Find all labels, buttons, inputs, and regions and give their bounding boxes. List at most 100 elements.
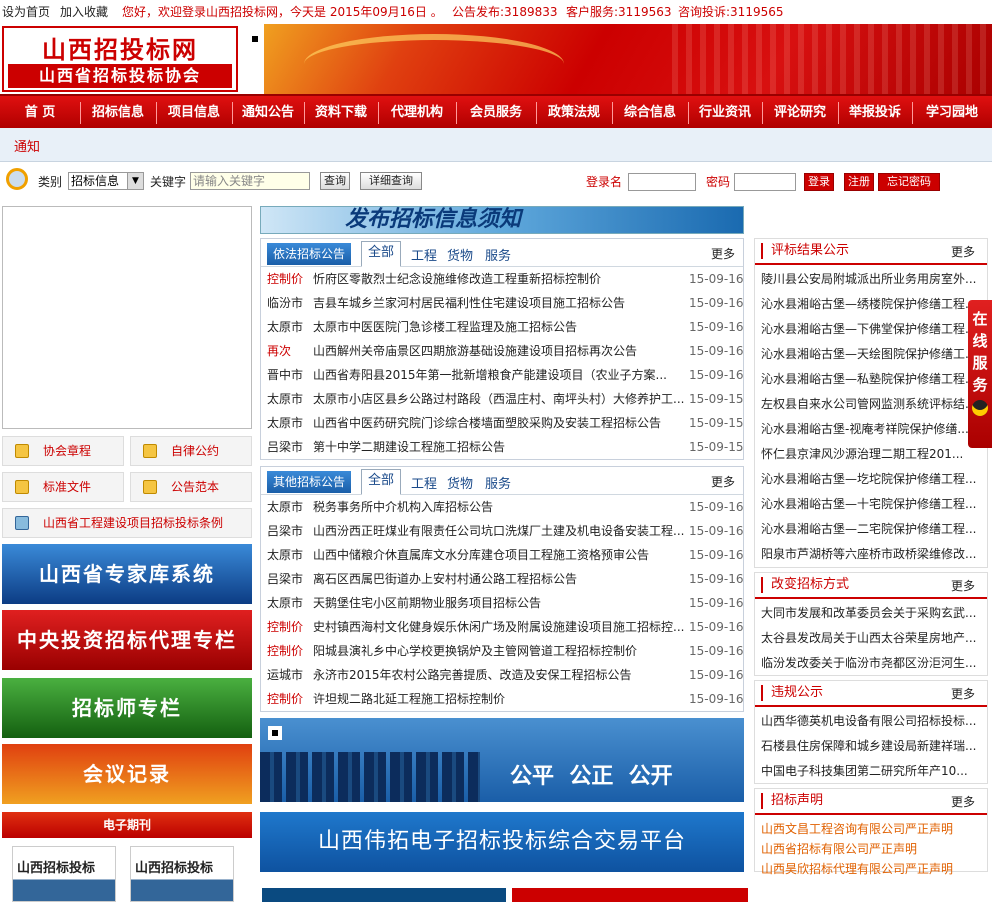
list-item[interactable]: 太原市 税务事务所中介机构入库招标公告 15-09-16 — [267, 495, 743, 519]
list-item[interactable]: 运城市 永济市2015年农村公路完善提质、改造及安保工程招标公告 15-09-16 — [267, 663, 743, 687]
list-item[interactable]: 沁水县湘峪古堡—圪坨院保护修缮工程... — [761, 467, 977, 492]
list-item[interactable]: 再次 山西解州关帝庙景区四期旅游基础设施建设项目招标再次公告 15-09-16 — [267, 339, 743, 363]
list-item[interactable]: 沁水县湘峪古堡—十宅院保护修缮工程... — [761, 492, 977, 517]
item-title[interactable]: 第十中学二期建设工程施工招标公告 — [313, 435, 685, 459]
item-title[interactable]: 天鹅堡住宅小区前期物业服务项目招标公告 — [313, 591, 685, 615]
nav-item-4[interactable]: 资料下载 — [304, 96, 378, 130]
list-item[interactable]: 太原市 太原市中医医院门急诊楼工程监理及施工招标公告 15-09-16 — [267, 315, 743, 339]
tab-3[interactable]: 服务 — [485, 473, 511, 492]
list-item[interactable]: 山西华德英机电设备有限公司招标投标... — [761, 709, 977, 734]
item-title[interactable]: 税务事务所中介机构入库招标公告 — [313, 495, 685, 519]
list-item[interactable]: 控制价 史村镇西海村文化健身娱乐休闲广场及附属设施建设项目施工招标控... 15-0… — [267, 615, 743, 639]
nav-item-3[interactable]: 通知公告 — [232, 96, 304, 130]
nav-item-0[interactable]: 首 页 — [0, 96, 80, 130]
list-item[interactable]: 阳泉市芦湖桥等六座桥市政桥梁维修改... — [761, 542, 977, 567]
item-title[interactable]: 山西中储粮介休直属库文水分库建仓项目工程施工资格预审公告 — [313, 543, 685, 567]
item-title[interactable]: 许坦规二路北延工程施工招标控制价 — [313, 687, 685, 711]
list-item[interactable]: 中国电子科技集团第二研究所年产10... — [761, 759, 977, 784]
tab-2[interactable]: 货物 — [447, 245, 473, 264]
keyword-input[interactable]: 请输入关键字 — [190, 172, 310, 190]
list-item[interactable]: 太原市 天鹅堡住宅小区前期物业服务项目招标公告 15-09-16 — [267, 591, 743, 615]
list-item[interactable]: 控制价 许坦规二路北延工程施工招标控制价 15-09-16 — [267, 687, 743, 711]
item-title[interactable]: 离石区西属巴街道办上安村村通公路工程招标公告 — [313, 567, 685, 591]
link-self-discipline[interactable]: 自律公约 — [130, 436, 252, 466]
list-item[interactable]: 大同市发展和改革委员会关于采购玄武... — [761, 601, 977, 626]
list-item[interactable]: 石楼县住房保障和城乡建设局新建祥瑞... — [761, 734, 977, 759]
list-item[interactable]: 沁水县湘峪古堡—私塾院保护修缮工程... — [761, 367, 977, 392]
list-item[interactable]: 太原市 山西中储粮介休直属库文水分库建仓项目工程施工资格预审公告 15-09-16 — [267, 543, 743, 567]
more-link[interactable]: 更多 — [711, 245, 735, 262]
tab-0[interactable]: 全部 — [361, 469, 402, 495]
item-title[interactable]: 太原市小店区县乡公路过村路段（西温庄村、南坪头村）大修养护工... — [313, 387, 685, 411]
password-input[interactable] — [734, 173, 796, 191]
list-item[interactable]: 晋中市 山西省寿阳县2015年第一批新增粮食产能建设项目（农业子方案... 15-0… — [267, 363, 743, 387]
online-service-button[interactable]: 在线服务 — [968, 300, 992, 448]
more-link[interactable]: 更多 — [951, 793, 975, 810]
list-item[interactable]: 控制价 阳城县演礼乡中心学校更换锅炉及主管网管道工程招标控制价 15-09-16 — [267, 639, 743, 663]
login-name-input[interactable] — [628, 173, 696, 191]
list-item[interactable]: 临汾市 吉县车城乡兰家河村居民福利性住宅建设项目施工招标公告 15-09-16 — [267, 291, 743, 315]
item-title[interactable]: 史村镇西海村文化健身娱乐休闲广场及附属设施建设项目施工招标控... — [313, 615, 685, 639]
add-favorite-link[interactable]: 加入收藏 — [60, 0, 108, 24]
list-item[interactable]: 左权县自来水公司管网监测系统评标结... — [761, 392, 977, 417]
tab-2[interactable]: 货物 — [447, 473, 473, 492]
item-title[interactable]: 山西省寿阳县2015年第一批新增粮食产能建设项目（农业子方案... — [313, 363, 685, 387]
category-select[interactable]: 招标信息 ▼ — [68, 172, 144, 190]
promo-central-agency[interactable]: 中央投资招标代理专栏 — [2, 610, 252, 670]
item-title[interactable]: 太原市中医医院门急诊楼工程监理及施工招标公告 — [313, 315, 685, 339]
link-notice-templates[interactable]: 公告范本 — [130, 472, 252, 502]
nav-item-7[interactable]: 政策法规 — [536, 96, 612, 130]
link-association-charter[interactable]: 协会章程 — [2, 436, 124, 466]
tab-3[interactable]: 服务 — [485, 245, 511, 264]
nav-item-11[interactable]: 举报投诉 — [838, 96, 912, 130]
tab-1[interactable]: 工程 — [411, 245, 437, 264]
list-item[interactable]: 吕梁市 第十中学二期建设工程施工招标公告 15-09-15 — [267, 435, 743, 459]
publish-notice-banner[interactable]: 发布招标信息须知 — [260, 206, 744, 234]
journal-cover-1[interactable]: 山西招标投标 — [12, 846, 116, 902]
list-item[interactable]: 沁水县湘峪古堡—绣楼院保护修缮工程... — [761, 292, 977, 317]
list-item[interactable]: 临汾发改委关于临汾市尧都区汾洰河生... — [761, 651, 977, 676]
list-item[interactable]: 沁水县湘峪古堡—下佛堂保护修缮工程... — [761, 317, 977, 342]
nav-item-9[interactable]: 行业资讯 — [688, 96, 762, 130]
nav-item-8[interactable]: 综合信息 — [612, 96, 688, 130]
nav-item-10[interactable]: 评论研究 — [762, 96, 838, 130]
list-item[interactable]: 沁水县湘峪古堡-视庵考祥院保护修缮... — [761, 417, 977, 442]
set-homepage-link[interactable]: 设为首页 — [2, 0, 50, 24]
item-title[interactable]: 阳城县演礼乡中心学校更换锅炉及主管网管道工程招标控制价 — [313, 639, 685, 663]
register-button[interactable]: 注册 — [844, 173, 874, 191]
list-item[interactable]: 山西昊欣招标代理有限公司严正声明 — [761, 857, 977, 882]
promo-bidding-engineer[interactable]: 招标师专栏 — [2, 678, 252, 738]
forgot-password-button[interactable]: 忘记密码 — [878, 173, 940, 191]
list-item[interactable]: 沁水县湘峪古堡—二宅院保护修缮工程... — [761, 517, 977, 542]
nav-item-6[interactable]: 会员服务 — [456, 96, 536, 130]
list-item[interactable]: 太谷县发改局关于山西太谷荣星房地产... — [761, 626, 977, 651]
advanced-query-button[interactable]: 详细查询 — [360, 172, 422, 190]
query-button[interactable]: 查询 — [320, 172, 350, 190]
tab-1[interactable]: 工程 — [411, 473, 437, 492]
nav-item-5[interactable]: 代理机构 — [378, 96, 456, 130]
link-standard-files[interactable]: 标准文件 — [2, 472, 124, 502]
list-item[interactable]: 太原市 山西省中医药研究院门诊综合楼墙面塑胶采购及安装工程招标公告 15-09-15 — [267, 411, 743, 435]
item-title[interactable]: 山西解州关帝庙景区四期旅游基础设施建设项目招标再次公告 — [313, 339, 685, 363]
list-item[interactable]: 吕梁市 离石区西属巴街道办上安村村通公路工程招标公告 15-09-16 — [267, 567, 743, 591]
more-link[interactable]: 更多 — [711, 473, 735, 490]
list-item[interactable]: 怀仁县京津风沙源治理二期工程201... — [761, 442, 977, 467]
tab-0[interactable]: 全部 — [361, 241, 402, 267]
site-logo[interactable]: 山西招投标网 山西省招标投标协会 — [2, 26, 238, 92]
more-link[interactable]: 更多 — [951, 243, 975, 260]
nav-item-12[interactable]: 学习园地 — [912, 96, 992, 130]
nav-item-2[interactable]: 项目信息 — [156, 96, 232, 130]
item-title[interactable]: 吉县车城乡兰家河村居民福利性住宅建设项目施工招标公告 — [313, 291, 685, 315]
list-item[interactable]: 陵川县公安局附城派出所业务用房室外... — [761, 267, 977, 292]
list-item[interactable]: 沁水县湘峪古堡—天绘图院保护修缮工... — [761, 342, 977, 367]
item-title[interactable]: 忻府区零散烈士纪念设施维修改造工程重新招标控制价 — [313, 267, 685, 291]
item-title[interactable]: 山西省中医药研究院门诊综合楼墙面塑胶采购及安装工程招标公告 — [313, 411, 685, 435]
link-bidding-regulations[interactable]: 山西省工程建设项目招标投标条例 — [2, 508, 252, 538]
promo-expert-system[interactable]: 山西省专家库系统 — [2, 544, 252, 604]
more-link[interactable]: 更多 — [951, 577, 975, 594]
login-button[interactable]: 登录 — [804, 173, 834, 191]
more-link[interactable]: 更多 — [951, 685, 975, 702]
item-title[interactable]: 山西汾西正旺煤业有限责任公司坑口洗煤厂土建及机电设备安装工程... — [313, 519, 685, 543]
journal-cover-2[interactable]: 山西招标投标 — [130, 846, 234, 902]
list-item[interactable]: 吕梁市 山西汾西正旺煤业有限责任公司坑口洗煤厂土建及机电设备安装工程... 15-0… — [267, 519, 743, 543]
